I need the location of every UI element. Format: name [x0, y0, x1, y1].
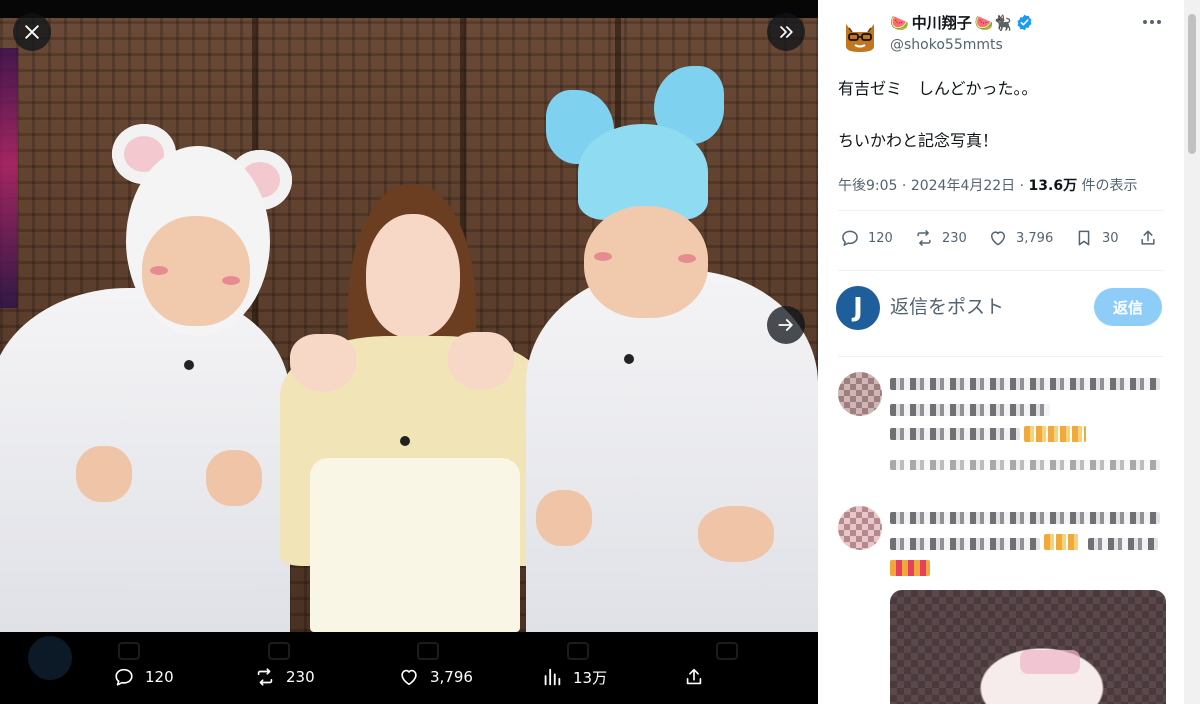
reply-input[interactable]: 返信をポスト: [890, 292, 1004, 319]
person-left-bear-costume: [0, 18, 300, 632]
close-icon: [25, 25, 39, 39]
divider: [838, 210, 1164, 211]
pixelated-reply-text: [890, 404, 1050, 416]
current-user-avatar[interactable]: J: [836, 286, 880, 330]
share-icon: [686, 668, 702, 685]
more-options-icon[interactable]: [1140, 12, 1164, 32]
author-avatar[interactable]: [840, 14, 880, 54]
tweet-stats-bar: 120 230 3,796 30: [838, 228, 1164, 254]
author-name-text: 中川翔子: [911, 14, 972, 32]
retweet-icon: [257, 668, 273, 686]
panel-scrollbar[interactable]: [1184, 0, 1200, 704]
pixelated-reply-text: [890, 538, 1040, 550]
tweet-detail-panel: 🍉 中川翔子 🍉🐈‍⬛ @shoko55mmts 有吉ゼミ しんどかった。。 ち…: [818, 0, 1200, 704]
author-emoji-left: 🍉: [890, 13, 909, 32]
author-emoji-right: 🍉🐈‍⬛: [974, 13, 1013, 32]
retweet-icon: [917, 230, 931, 246]
meta-separator: ·: [901, 178, 907, 194]
bookmark-count: 30: [1102, 230, 1119, 246]
media-action-bar: 120 230 3,796 13万: [0, 632, 818, 704]
tweet-time[interactable]: 午後9:05: [838, 178, 897, 194]
pixelated-image-detail: [1020, 650, 1080, 674]
viewer-views-count: 13万: [573, 668, 608, 687]
next-image-button[interactable]: [767, 306, 805, 344]
author-display-name[interactable]: 🍉 中川翔子 🍉🐈‍⬛: [890, 12, 1034, 33]
pixelated-reply-actions: [890, 460, 1160, 470]
pixelated-reply-emoji: [1044, 534, 1080, 550]
heart-icon: [401, 669, 417, 686]
verified-badge-icon: [1017, 14, 1032, 31]
collapse-panel-button[interactable]: [767, 13, 805, 51]
pixelated-reply-text: [890, 428, 1020, 440]
reply-author-avatar-pixelated[interactable]: [838, 506, 882, 550]
close-button[interactable]: [13, 13, 51, 51]
retweet-count: 230: [942, 230, 967, 246]
arrow-right-icon: [778, 319, 793, 331]
pixelated-reply-text: [890, 378, 1160, 390]
share-button[interactable]: [1138, 228, 1158, 248]
cat-avatar-icon: [840, 14, 880, 54]
viewer-like-button[interactable]: 3,796: [398, 666, 473, 688]
like-button[interactable]: 3,796: [988, 228, 1053, 248]
reply-count: 120: [868, 230, 893, 246]
bookmark-icon: [1078, 230, 1090, 246]
author-handle[interactable]: @shoko55mmts: [890, 37, 1003, 53]
reply-icon: [115, 668, 133, 686]
tweet-meta: 午後9:05 · 2024年4月22日 · 13.6万 件の表示: [838, 175, 1138, 195]
viewer-views-button[interactable]: 13万: [541, 666, 607, 688]
viewer-retweet-count: 230: [286, 668, 315, 686]
person-center-woman: [270, 18, 560, 632]
divider: [838, 270, 1164, 271]
tweet-text-line: 有吉ゼミ しんどかった。。: [838, 79, 1038, 98]
divider: [838, 356, 1164, 357]
media-viewer: 120 230 3,796 13万: [0, 0, 818, 704]
pixelated-reply-emoji: [1024, 426, 1086, 442]
heart-icon: [991, 231, 1005, 246]
reply-attached-image-pixelated[interactable]: [890, 590, 1166, 704]
reply-author-avatar-pixelated[interactable]: [838, 372, 882, 416]
meta-separator: ·: [1019, 178, 1025, 194]
bookmark-button[interactable]: 30: [1074, 228, 1119, 248]
viewer-share-button[interactable]: [683, 666, 705, 688]
pixelated-reply-text: [890, 512, 1160, 524]
retweet-button[interactable]: 230: [914, 228, 967, 248]
reply-button[interactable]: 120: [840, 228, 893, 248]
reply-icon: [842, 230, 858, 246]
pixelated-reply-text: [1088, 538, 1158, 550]
viewer-like-count: 3,796: [430, 668, 473, 686]
viewer-reply-count: 120: [145, 668, 174, 686]
tweet-views-value: 13.6万: [1028, 178, 1078, 194]
analytics-icon: [544, 668, 561, 686]
tweet-photo[interactable]: [0, 18, 818, 632]
share-icon: [1141, 230, 1155, 245]
tweet-body: 有吉ゼミ しんどかった。。 ちいかわと記念写真！: [838, 76, 1168, 154]
pixelated-reply-emoji: [890, 560, 930, 576]
reply-submit-button[interactable]: 返信: [1094, 288, 1162, 326]
background-action-row: [118, 642, 738, 666]
scrollbar-thumb[interactable]: [1188, 14, 1196, 154]
viewer-reply-button[interactable]: 120: [113, 666, 174, 688]
viewer-retweet-button[interactable]: 230: [254, 666, 315, 688]
like-count: 3,796: [1016, 230, 1054, 246]
tweet-views-suffix: 件の表示: [1081, 178, 1138, 194]
double-chevron-right-icon: [780, 26, 793, 38]
tweet-date[interactable]: 2024年4月22日: [911, 178, 1015, 194]
tweet-text-line: ちいかわと記念写真！: [838, 131, 999, 150]
